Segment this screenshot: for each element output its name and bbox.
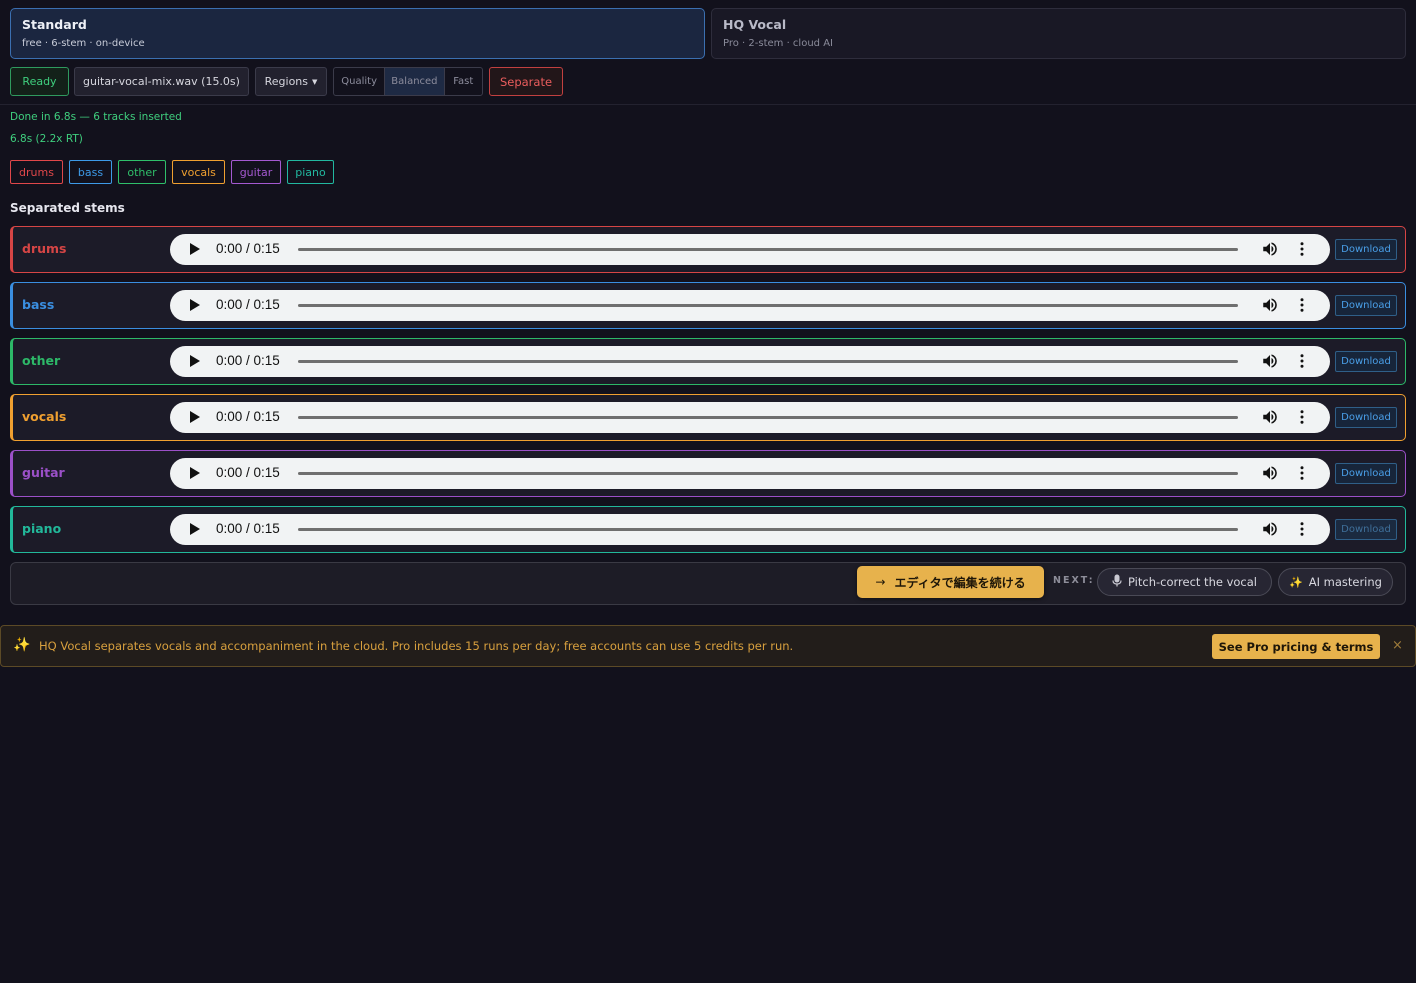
stem-row-vocals: vocals 0:00 / 0:15 Download	[10, 394, 1406, 441]
volume-icon[interactable]	[1261, 408, 1279, 426]
seek-bar[interactable]	[298, 248, 1238, 251]
seek-bar[interactable]	[298, 304, 1238, 307]
caret-down-icon: ▼	[312, 77, 318, 86]
play-icon[interactable]	[190, 523, 200, 535]
playback-time: 0:00 / 0:15	[216, 465, 280, 480]
seek-bar[interactable]	[298, 528, 1238, 531]
play-icon[interactable]	[190, 411, 200, 423]
sparkles-icon: ✨	[1289, 575, 1303, 589]
arrow-right-icon: →	[875, 575, 886, 589]
regions-dropdown[interactable]: Regions ▼	[255, 67, 327, 96]
more-options-icon[interactable]	[1293, 296, 1311, 314]
stem-name: bass	[22, 297, 55, 312]
mode-subtitle: free · 6-stem · on-device	[22, 38, 145, 49]
more-options-icon[interactable]	[1293, 520, 1311, 538]
pitch-correct-label: Pitch-correct the vocal	[1127, 575, 1257, 589]
close-icon[interactable]: ×	[1392, 638, 1403, 653]
playback-time: 0:00 / 0:15	[216, 297, 280, 312]
more-options-icon[interactable]	[1293, 408, 1311, 426]
mode-title: Standard	[22, 17, 87, 32]
file-selector-button[interactable]: guitar-vocal-mix.wav (15.0s)	[74, 67, 249, 96]
pitch-correct-button[interactable]: Pitch-correct the vocal	[1097, 568, 1272, 596]
audio-player: 0:00 / 0:15	[170, 290, 1330, 321]
section-heading: Separated stems	[10, 201, 125, 215]
stem-name: piano	[22, 521, 62, 536]
play-icon[interactable]	[190, 467, 200, 479]
playback-time: 0:00 / 0:15	[216, 409, 280, 424]
play-icon[interactable]	[190, 355, 200, 367]
quality-segmented-control: Quality Balanced Fast	[333, 67, 483, 96]
quality-option-quality[interactable]: Quality	[334, 68, 384, 95]
stem-chip-vocals[interactable]: vocals	[172, 160, 225, 184]
seek-bar[interactable]	[298, 472, 1238, 475]
stem-chip-bass[interactable]: bass	[69, 160, 112, 184]
quality-option-balanced[interactable]: Balanced	[384, 68, 445, 95]
download-button[interactable]: Download	[1335, 239, 1397, 260]
continue-in-editor-button[interactable]: → エディタで編集を続ける	[857, 566, 1044, 598]
quality-option-fast[interactable]: Fast	[445, 68, 482, 95]
download-button[interactable]: Download	[1335, 295, 1397, 316]
realtime-factor: 6.8s (2.2x RT)	[10, 133, 83, 145]
continue-in-editor-label: エディタで編集を続ける	[894, 575, 1026, 590]
audio-player: 0:00 / 0:15	[170, 234, 1330, 265]
stem-chip-drums[interactable]: drums	[10, 160, 63, 184]
playback-time: 0:00 / 0:15	[216, 521, 280, 536]
volume-icon[interactable]	[1261, 464, 1279, 482]
audio-player: 0:00 / 0:15	[170, 514, 1330, 545]
microphone-icon	[1112, 574, 1122, 590]
stem-chip-guitar[interactable]: guitar	[231, 160, 281, 184]
stem-row-drums: drums 0:00 / 0:15 Download	[10, 226, 1406, 273]
volume-icon[interactable]	[1261, 520, 1279, 538]
audio-player: 0:00 / 0:15	[170, 402, 1330, 433]
completion-status: Done in 6.8s — 6 tracks inserted	[10, 111, 182, 123]
separate-button[interactable]: Separate	[489, 67, 563, 96]
play-icon[interactable]	[190, 299, 200, 311]
mode-title: HQ Vocal	[723, 17, 787, 32]
stem-row-bass: bass 0:00 / 0:15 Download	[10, 282, 1406, 329]
next-actions-panel: → エディタで編集を続ける NEXT: Pitch-correct the vo…	[10, 562, 1406, 605]
download-button[interactable]: Download	[1335, 463, 1397, 484]
download-button[interactable]: Download	[1335, 519, 1397, 540]
stem-chip-other[interactable]: other	[118, 160, 166, 184]
ai-mastering-button[interactable]: ✨ AI mastering	[1278, 568, 1393, 596]
mode-card-standard[interactable]: Standard free · 6-stem · on-device	[10, 8, 705, 59]
stem-name: vocals	[22, 409, 67, 424]
regions-label: Regions	[264, 75, 308, 88]
playback-time: 0:00 / 0:15	[216, 353, 280, 368]
more-options-icon[interactable]	[1293, 240, 1311, 258]
download-button[interactable]: Download	[1335, 407, 1397, 428]
stem-row-piano: piano 0:00 / 0:15 Download	[10, 506, 1406, 553]
stem-name: drums	[22, 241, 67, 256]
sparkles-icon: ✨	[13, 637, 31, 653]
play-icon[interactable]	[190, 243, 200, 255]
playback-time: 0:00 / 0:15	[216, 241, 280, 256]
mode-subtitle: Pro · 2-stem · cloud AI	[723, 38, 833, 49]
stem-name: other	[22, 353, 61, 368]
audio-player: 0:00 / 0:15	[170, 346, 1330, 377]
see-pro-pricing-button[interactable]: See Pro pricing & terms	[1212, 634, 1380, 659]
audio-player: 0:00 / 0:15	[170, 458, 1330, 489]
volume-icon[interactable]	[1261, 352, 1279, 370]
stem-row-other: other 0:00 / 0:15 Download	[10, 338, 1406, 385]
more-options-icon[interactable]	[1293, 464, 1311, 482]
stem-row-guitar: guitar 0:00 / 0:15 Download	[10, 450, 1406, 497]
promo-banner: ✨ HQ Vocal separates vocals and accompan…	[0, 625, 1416, 667]
banner-text: HQ Vocal separates vocals and accompanim…	[39, 639, 794, 653]
volume-icon[interactable]	[1261, 296, 1279, 314]
ai-mastering-label: AI mastering	[1308, 575, 1382, 589]
volume-icon[interactable]	[1261, 240, 1279, 258]
mode-card-hq-vocal[interactable]: HQ Vocal Pro · 2-stem · cloud AI	[711, 8, 1406, 59]
next-label: NEXT:	[1053, 575, 1095, 586]
stem-name: guitar	[22, 465, 65, 480]
divider	[0, 104, 1416, 105]
seek-bar[interactable]	[298, 416, 1238, 419]
status-badge: Ready	[10, 67, 69, 96]
download-button[interactable]: Download	[1335, 351, 1397, 372]
more-options-icon[interactable]	[1293, 352, 1311, 370]
seek-bar[interactable]	[298, 360, 1238, 363]
stem-chip-piano[interactable]: piano	[287, 160, 334, 184]
